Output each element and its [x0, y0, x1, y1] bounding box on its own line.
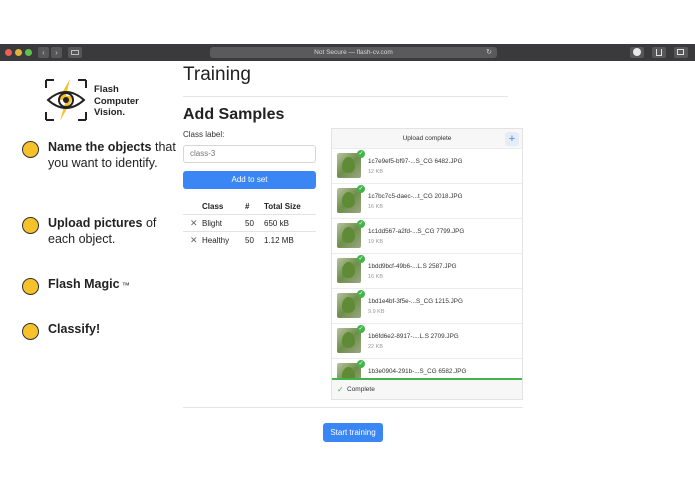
- browser-titlebar: ‹ › Not Secure — flash-cv.com ↻: [0, 44, 695, 61]
- reload-icon[interactable]: ↻: [486, 47, 492, 58]
- step-bullet-icon: [22, 323, 39, 340]
- logo-line-1: Flash: [94, 84, 119, 95]
- check-icon: ✓: [357, 325, 365, 333]
- list-item[interactable]: ✓ 1c1dd567-a2fd-...S_CG 7799.JPG 19 KB: [332, 219, 522, 254]
- upload-status-title: Upload complete: [402, 135, 452, 142]
- step-text: Name the objects that you want to identi…: [48, 140, 176, 170]
- header-count: #: [245, 202, 250, 211]
- class-size: 650 kB: [264, 219, 289, 228]
- download-icon[interactable]: [630, 47, 644, 58]
- file-size: 12 KB: [368, 169, 383, 175]
- tabs-overview-icon[interactable]: [674, 47, 688, 58]
- add-to-set-button[interactable]: Add to set: [183, 171, 316, 189]
- class-label: Class label:: [183, 130, 225, 139]
- header-class: Class: [202, 202, 224, 211]
- upload-panel: Upload complete + ✓ 1c7e9ef5-bf97-...S_C…: [331, 128, 523, 400]
- file-name: 1c7e9ef5-bf97-...S_CG 6482.JPG: [368, 158, 463, 165]
- section-title: Add Samples: [183, 106, 285, 123]
- file-name: 1b6fd6e2-8917-....L.S 2709.JPG: [368, 333, 459, 340]
- title-divider: [183, 96, 508, 97]
- check-icon: ✓: [357, 220, 365, 228]
- share-icon[interactable]: [652, 47, 666, 58]
- file-size: 22 KB: [368, 344, 383, 350]
- class-name: Healthy: [202, 236, 230, 245]
- file-name: 1c1dd567-a2fd-...S_CG 7799.JPG: [368, 228, 465, 235]
- list-item[interactable]: ✓ 1c7e9ef5-bf97-...S_CG 6482.JPG 12 KB: [332, 149, 522, 184]
- list-item[interactable]: ✓ 1b3e0904-291b-...S_CG 6582.JPG: [332, 359, 522, 378]
- class-label-input[interactable]: class-3: [183, 145, 316, 163]
- class-table-header: Class # Total Size: [183, 198, 316, 215]
- check-icon: ✓: [357, 185, 365, 193]
- file-name: 1bdd9bcf-49b6-...L.S 2587.JPG: [368, 263, 457, 270]
- check-icon: ✓: [357, 255, 365, 263]
- page-top-margin: [0, 0, 695, 44]
- footer-divider: [183, 407, 523, 408]
- file-size: 16 KB: [368, 274, 383, 280]
- checkmark-icon: ✓: [337, 385, 344, 394]
- maximize-window-icon[interactable]: [25, 49, 32, 56]
- list-item[interactable]: ✓ 1bdd9bcf-49b6-...L.S 2587.JPG 16 KB: [332, 254, 522, 289]
- address-text: Not Secure — flash-cv.com: [314, 49, 393, 56]
- forward-arrow-icon[interactable]: ›: [51, 47, 62, 58]
- remove-icon[interactable]: ✕: [190, 235, 198, 246]
- class-count: 50: [245, 236, 254, 245]
- upload-status-label: Complete: [347, 386, 375, 393]
- file-name: 1b3e0904-291b-...S_CG 6582.JPG: [368, 368, 467, 375]
- file-size: 16 KB: [368, 204, 383, 210]
- logo-line-2: Computer: [94, 95, 139, 107]
- sidebar-toggle-icon[interactable]: [68, 47, 82, 58]
- table-row: ✕ Blight 50 650 kB: [183, 215, 316, 232]
- list-item[interactable]: ✓ 1c7bc7c5-daec-...t_CG 2018.JPG 16 KB: [332, 184, 522, 219]
- file-size: 9.9 KB: [368, 309, 385, 315]
- logo-line-3: Vision.: [94, 107, 125, 118]
- upload-panel-header: Upload complete +: [332, 129, 522, 149]
- file-name: 1c7bc7c5-daec-...t_CG 2018.JPG: [368, 193, 463, 200]
- upload-status-row: ✓ Complete: [332, 380, 522, 399]
- step-text: Classify!: [48, 322, 101, 336]
- step-bullet-icon: [22, 217, 39, 234]
- class-size: 1.12 MB: [264, 236, 294, 245]
- class-count: 50: [245, 219, 254, 228]
- class-name: Blight: [202, 219, 223, 228]
- address-bar[interactable]: Not Secure — flash-cv.com ↻: [210, 47, 497, 58]
- step-text: Upload pictures of each object.: [48, 216, 157, 246]
- page-title: Training: [183, 64, 251, 85]
- add-files-icon[interactable]: +: [505, 132, 519, 146]
- eye-logo-icon: [44, 78, 88, 122]
- class-table: Class # Total Size ✕ Blight 50 650 kB ✕ …: [183, 198, 316, 249]
- back-arrow-icon[interactable]: ‹: [38, 47, 49, 58]
- step-text: Flash Magic ™: [48, 277, 130, 291]
- check-icon: ✓: [357, 150, 365, 158]
- start-training-button[interactable]: Start training: [323, 423, 383, 442]
- step-bullet-icon: [22, 141, 39, 158]
- remove-icon[interactable]: ✕: [190, 218, 198, 229]
- step-bullet-icon: [22, 278, 39, 295]
- list-item[interactable]: ✓ 1b6fd6e2-8917-....L.S 2709.JPG 22 KB: [332, 324, 522, 359]
- file-size: 19 KB: [368, 239, 383, 245]
- header-size: Total Size: [264, 202, 301, 211]
- table-row: ✕ Healthy 50 1.12 MB: [183, 232, 316, 249]
- close-window-icon[interactable]: [5, 49, 12, 56]
- check-icon: ✓: [357, 360, 365, 368]
- logo-wordmark: Flash Computer Vision.: [94, 84, 164, 119]
- file-name: 1bd1e4bf-3f5e-...S_CG 1215.JPG: [368, 298, 463, 305]
- minimize-window-icon[interactable]: [15, 49, 22, 56]
- list-item[interactable]: ✓ 1bd1e4bf-3f5e-...S_CG 1215.JPG 9.9 KB: [332, 289, 522, 324]
- check-icon: ✓: [357, 290, 365, 298]
- file-list[interactable]: ✓ 1c7e9ef5-bf97-...S_CG 6482.JPG 12 KB ✓…: [332, 149, 522, 378]
